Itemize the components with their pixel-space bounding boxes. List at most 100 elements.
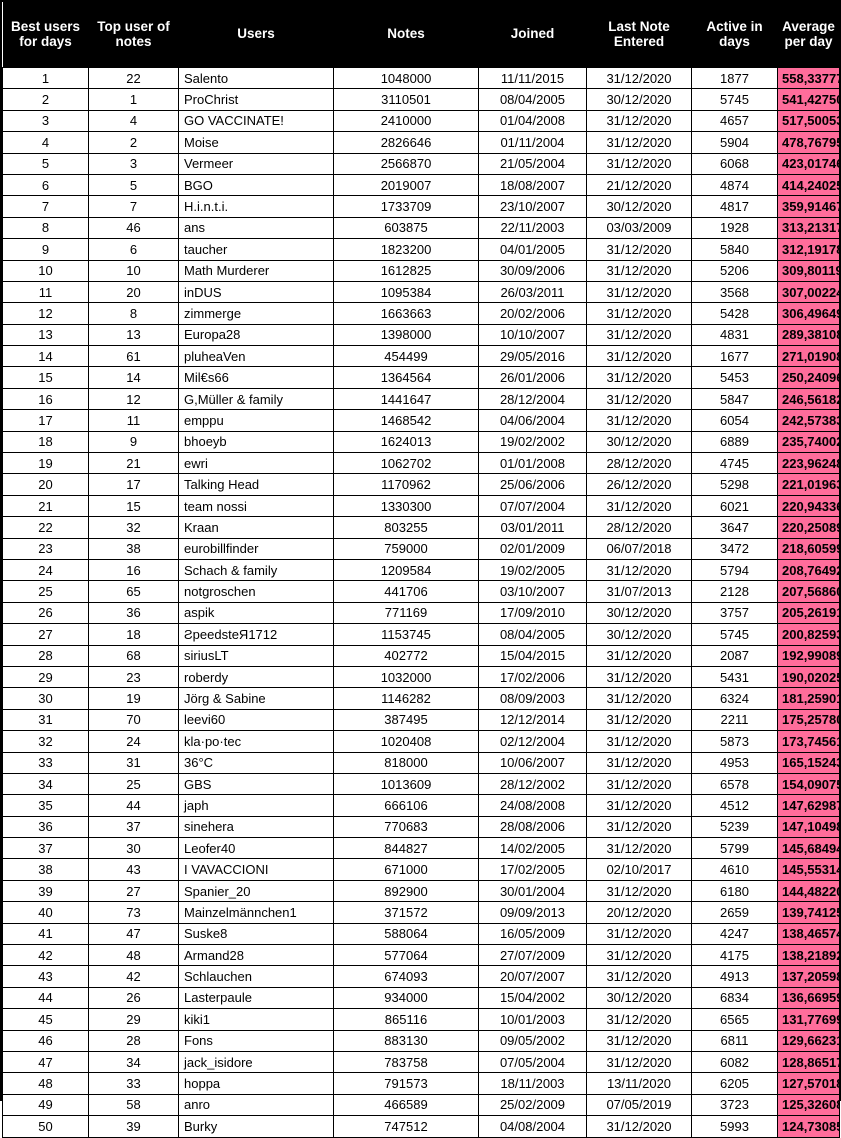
cell-user-name[interactable]: Mil€s66 [178,366,334,389]
cell-average-per-day[interactable]: 181,2590133 [777,687,840,710]
cell-active-in-days[interactable]: 6565 [691,1008,778,1031]
cell-best-users-for-days[interactable]: 25 [2,580,89,603]
cell-joined-date[interactable]: 10/10/2007 [478,323,587,347]
cell-notes-count[interactable]: 844827 [333,837,479,860]
cell-best-users-for-days[interactable]: 12 [2,302,89,325]
cell-top-user-of-notes[interactable]: 48 [88,944,179,967]
cell-best-users-for-days[interactable]: 37 [2,837,89,860]
cell-average-per-day[interactable]: 138,2189222 [777,944,840,967]
cell-user-name[interactable]: hoppa [178,1072,334,1095]
cell-user-name[interactable]: anro [178,1093,334,1117]
table-row[interactable]: 33 31 36°C 818000 10/06/2007 31/12/2020 4953 16… [2,751,840,774]
cell-average-per-day[interactable]: 223,9624868 [777,452,840,475]
cell-active-in-days[interactable]: 5206 [691,259,778,282]
cell-best-users-for-days[interactable]: 15 [2,366,89,389]
cell-joined-date[interactable]: 03/01/2011 [478,516,587,539]
cell-user-name[interactable]: Talking Head [178,473,334,496]
cell-joined-date[interactable]: 28/08/2006 [478,815,587,839]
cell-user-name[interactable]: sinehera [178,815,334,839]
cell-average-per-day[interactable]: 128,8651759 [777,1050,840,1074]
cell-average-per-day[interactable]: 220,9433649 [777,494,840,518]
cell-last-note-entered[interactable]: 28/12/2020 [586,516,692,539]
cell-user-name[interactable]: ƧpeedsteЯ1712 [178,623,334,646]
cell-joined-date[interactable]: 04/01/2005 [478,238,587,261]
table-row[interactable]: 2 1 ProChrist 3110501 08/04/2005 30/12/2020 57… [2,88,840,111]
cell-user-name[interactable]: notgroschen [178,580,334,603]
cell-last-note-entered[interactable]: 31/12/2020 [586,302,692,325]
cell-user-name[interactable]: bhoeyb [178,430,334,454]
cell-average-per-day[interactable]: 220,2508911 [777,516,840,539]
cell-notes-count[interactable]: 577064 [333,944,479,967]
cell-best-users-for-days[interactable]: 17 [2,409,89,432]
cell-notes-count[interactable]: 1364564 [333,366,479,389]
cell-top-user-of-notes[interactable]: 38 [88,537,179,560]
cell-best-users-for-days[interactable]: 6 [2,173,89,197]
cell-joined-date[interactable]: 10/06/2007 [478,751,587,774]
cell-top-user-of-notes[interactable]: 9 [88,430,179,454]
column-header-joined[interactable]: Joined [478,2,587,68]
column-header-top-user-of-notes[interactable]: Top user of notes [88,2,179,68]
cell-joined-date[interactable]: 01/01/2008 [478,452,587,475]
cell-average-per-day[interactable]: 250,2409683 [777,366,840,389]
cell-active-in-days[interactable]: 4831 [691,323,778,347]
cell-user-name[interactable]: pluheaVen [178,345,334,368]
cell-user-name[interactable]: Fons [178,1029,334,1052]
table-row[interactable]: 22 32 Kraan 803255 03/01/2011 28/12/2020 3647 2… [2,516,840,539]
table-row[interactable]: 13 13 Europa28 1398000 10/10/2007 31/12/2020 4… [2,323,840,347]
cell-joined-date[interactable]: 17/09/2010 [478,601,587,625]
cell-best-users-for-days[interactable]: 5 [2,152,89,175]
table-row[interactable]: 9 6 taucher 1823200 04/01/2005 31/12/2020 5840… [2,238,840,261]
cell-best-users-for-days[interactable]: 3 [2,109,89,133]
table-row[interactable]: 48 33 hoppa 791573 18/11/2003 13/11/2020 6205 1… [2,1072,840,1095]
cell-top-user-of-notes[interactable]: 23 [88,665,179,689]
cell-user-name[interactable]: Leofer40 [178,837,334,860]
table-row[interactable]: 15 14 Mil€s66 1364564 26/01/2006 31/12/2020 54… [2,366,840,389]
cell-joined-date[interactable]: 20/02/2006 [478,302,587,325]
cell-user-name[interactable]: ewri [178,452,334,475]
cell-best-users-for-days[interactable]: 26 [2,601,89,625]
cell-active-in-days[interactable]: 5745 [691,88,778,111]
cell-average-per-day[interactable]: 190,0202541 [777,665,840,689]
table-row[interactable]: 32 24 kla·po·tec 1020408 02/12/2004 31/12/202… [2,730,840,753]
cell-last-note-entered[interactable]: 31/12/2020 [586,1029,692,1052]
cell-active-in-days[interactable]: 4657 [691,109,778,133]
cell-average-per-day[interactable]: 154,0907571 [777,772,840,796]
cell-last-note-entered[interactable]: 31/12/2020 [586,730,692,753]
cell-notes-count[interactable]: 818000 [333,751,479,774]
cell-top-user-of-notes[interactable]: 2 [88,131,179,154]
cell-user-name[interactable]: Spanier_20 [178,879,334,903]
cell-notes-count[interactable]: 934000 [333,986,479,1010]
cell-joined-date[interactable]: 26/01/2006 [478,366,587,389]
cell-last-note-entered[interactable]: 31/12/2020 [586,644,692,667]
cell-best-users-for-days[interactable]: 43 [2,965,89,988]
cell-active-in-days[interactable]: 2128 [691,580,778,603]
table-row[interactable]: 6 5 BGO 2019007 18/08/2007 21/12/2020 4874 414,… [2,173,840,197]
cell-best-users-for-days[interactable]: 4 [2,131,89,154]
cell-notes-count[interactable]: 1823200 [333,238,479,261]
table-row[interactable]: 43 42 Schlauchen 674093 20/07/2007 31/12/2020… [2,965,840,988]
cell-top-user-of-notes[interactable]: 43 [88,858,179,881]
cell-notes-count[interactable]: 454499 [333,345,479,368]
cell-notes-count[interactable]: 791573 [333,1072,479,1095]
cell-active-in-days[interactable]: 4745 [691,452,778,475]
cell-notes-count[interactable]: 1170962 [333,473,479,496]
cell-top-user-of-notes[interactable]: 39 [88,1115,179,1138]
cell-user-name[interactable]: team nossi [178,494,334,518]
cell-last-note-entered[interactable]: 31/12/2020 [586,280,692,304]
cell-top-user-of-notes[interactable]: 21 [88,452,179,475]
cell-average-per-day[interactable]: 147,6298759 [777,794,840,817]
cell-notes-count[interactable]: 1663663 [333,302,479,325]
cell-joined-date[interactable]: 02/12/2004 [478,730,587,753]
cell-user-name[interactable]: kiki1 [178,1008,334,1031]
cell-notes-count[interactable]: 803255 [333,516,479,539]
cell-user-name[interactable]: japh [178,794,334,817]
table-row[interactable]: 23 38 eurobillfinder 759000 02/01/2009 06/07/… [2,537,840,560]
cell-average-per-day[interactable]: 246,5618266 [777,387,840,411]
cell-user-name[interactable]: ProChrist [178,88,334,111]
cell-notes-count[interactable]: 1020408 [333,730,479,753]
cell-best-users-for-days[interactable]: 32 [2,730,89,753]
cell-notes-count[interactable]: 387495 [333,708,479,732]
cell-top-user-of-notes[interactable]: 22 [88,66,179,90]
cell-last-note-entered[interactable]: 31/12/2020 [586,409,692,432]
cell-last-note-entered[interactable]: 31/12/2020 [586,879,692,903]
